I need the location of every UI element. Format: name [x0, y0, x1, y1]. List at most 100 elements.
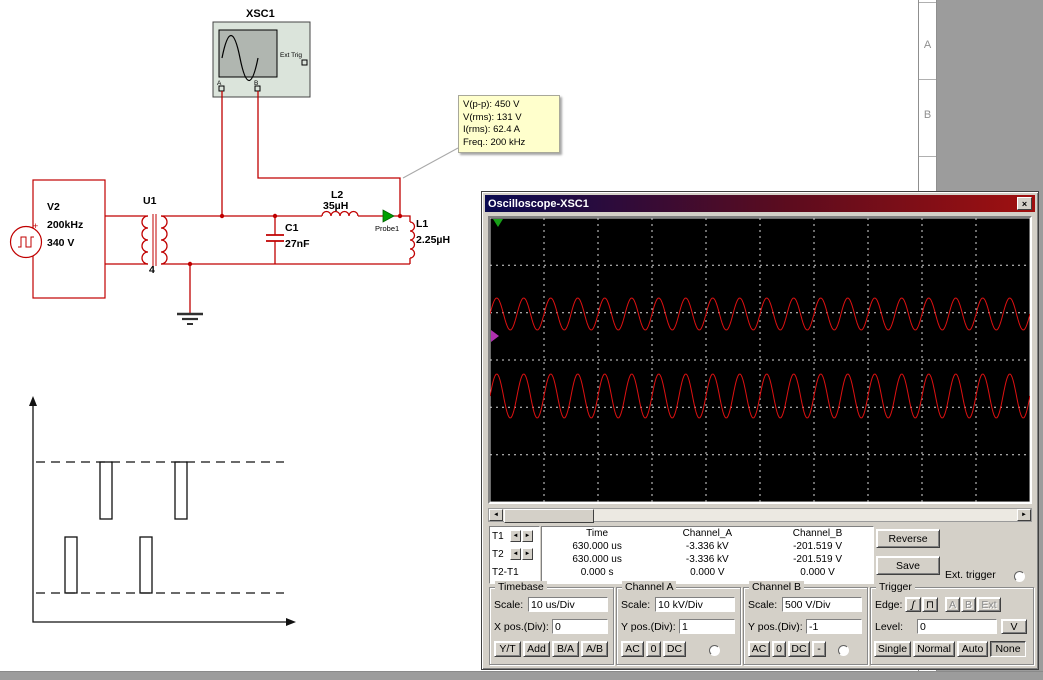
- ext-trigger-radio[interactable]: [1014, 571, 1025, 582]
- timebase-scale-label: Scale:: [494, 599, 524, 611]
- waveform-sketch: [29, 396, 296, 626]
- tooltip-line: I(rms): 62.4 A: [463, 124, 521, 135]
- ab-mode-button[interactable]: A/B: [581, 641, 608, 657]
- component-l2[interactable]: L2 35µH: [321, 189, 359, 217]
- component-l1[interactable]: L1 2.25µH: [409, 218, 450, 259]
- l1-value: 2.25µH: [416, 234, 450, 246]
- channel-a-radio[interactable]: [709, 645, 720, 656]
- scroll-right-button[interactable]: ►: [1017, 509, 1031, 521]
- diff-channel-a: 0.000 V: [690, 567, 725, 578]
- channel-a-zero-button[interactable]: 0: [646, 641, 661, 657]
- readout-header-row: Time Channel_A Channel_B: [542, 527, 873, 540]
- trigger-none-button[interactable]: None: [990, 641, 1026, 657]
- timebase-xpos-input[interactable]: [552, 619, 608, 634]
- t1-left-button[interactable]: ◄: [510, 530, 521, 542]
- channel-b-minus-button[interactable]: -: [812, 641, 826, 657]
- probe-tooltip: V(p-p): 450 V V(rms): 131 V I(rms): 62.4…: [458, 95, 560, 153]
- trigger-title: Trigger: [876, 581, 915, 593]
- timebase-scale-input[interactable]: [528, 597, 608, 612]
- t1-right-button[interactable]: ►: [522, 530, 533, 542]
- sheet-row-label-b: B: [923, 109, 932, 121]
- oscilloscope-instrument-icon[interactable]: XSC1 Ext Trig A B: [212, 8, 311, 98]
- channel-b-radio[interactable]: [838, 645, 849, 656]
- cursor-diff-label: T2-T1: [492, 566, 519, 578]
- trigger-level-input[interactable]: [917, 619, 997, 634]
- add-mode-button[interactable]: Add: [523, 641, 550, 657]
- diff-time: 0.000 s: [580, 567, 614, 578]
- channel-b-dc-button[interactable]: DC: [788, 641, 810, 657]
- tooltip-line: Freq.: 200 kHz: [463, 136, 526, 148]
- close-button[interactable]: ×: [1017, 197, 1032, 210]
- col-channel-b: Channel_B: [792, 528, 843, 539]
- trigger-source-b-button[interactable]: B: [961, 597, 976, 612]
- sheet-tick: [919, 156, 936, 157]
- ext-trigger-label: Ext. trigger: [945, 569, 996, 581]
- scope-scrollbar[interactable]: ◄ ►: [488, 508, 1032, 523]
- channel-a-ypos-input[interactable]: [679, 619, 735, 634]
- channel-b-ac-button[interactable]: AC: [748, 641, 770, 657]
- scope-display: [488, 216, 1032, 504]
- channel-b-ypos-label: Y pos.(Div):: [748, 621, 803, 633]
- t2-right-button[interactable]: ►: [522, 548, 533, 560]
- t1-time: 630.000 us: [572, 541, 622, 552]
- sheet-tick: [919, 79, 936, 80]
- window-titlebar[interactable]: Oscilloscope-XSC1 ×: [485, 195, 1035, 212]
- scope-traces: [489, 217, 1031, 503]
- u1-ref: U1: [143, 195, 157, 207]
- app-canvas: XSC1 Ext Trig A B + V2 200kHz 340 V U1 4…: [0, 0, 1043, 680]
- trigger-normal-button[interactable]: Normal: [913, 641, 955, 657]
- readout-row-diff: 0.000 s 0.000 V 0.000 V: [542, 566, 873, 579]
- cursor-t1-label: T1: [492, 530, 504, 542]
- trigger-edge-label: Edge:: [875, 599, 903, 611]
- channel-a-ypos-label: Y pos.(Div):: [621, 621, 676, 633]
- channel-a-group: Channel A Scale: Y pos.(Div): AC 0 DC: [616, 581, 741, 665]
- trigger-source-a-button[interactable]: A: [945, 597, 960, 612]
- v2-voltage: 340 V: [47, 237, 74, 249]
- channel-b-scale-input[interactable]: [782, 597, 862, 612]
- component-c1[interactable]: C1 27nF: [266, 216, 310, 264]
- v2-plus: +: [33, 221, 38, 231]
- rising-edge-icon[interactable]: ʃ: [905, 597, 921, 612]
- xsc1-label: XSC1: [246, 8, 275, 20]
- channel-b-ypos-input[interactable]: [806, 619, 862, 634]
- t1-channel-b: -201.519 V: [793, 541, 843, 552]
- component-v2[interactable]: + V2 200kHz 340 V: [9, 179, 106, 299]
- v2-freq: 200kHz: [47, 219, 83, 231]
- yt-mode-button[interactable]: Y/T: [494, 641, 521, 657]
- u1-ratio: 4: [149, 264, 155, 276]
- channel-a-ac-button[interactable]: AC: [621, 641, 644, 657]
- cursor-t2-label: T2: [492, 548, 504, 560]
- trigger-group: Trigger Edge: ʃ ⊓ A B Ext Level: V Singl…: [870, 581, 1034, 665]
- channel-a-scale-input[interactable]: [655, 597, 735, 612]
- scroll-thumb[interactable]: [504, 509, 594, 523]
- t2-left-button[interactable]: ◄: [510, 548, 521, 560]
- reverse-button[interactable]: Reverse: [876, 529, 940, 548]
- l1-ref: L1: [416, 218, 428, 230]
- scroll-left-button[interactable]: ◄: [489, 509, 503, 521]
- diff-channel-b: 0.000 V: [800, 567, 835, 578]
- t2-channel-a: -3.336 kV: [685, 554, 729, 565]
- trigger-auto-button[interactable]: Auto: [957, 641, 988, 657]
- trigger-source-ext-button[interactable]: Ext: [977, 597, 1001, 612]
- component-u1[interactable]: U1 4: [141, 195, 168, 276]
- readout-row-t2: 630.000 us -3.336 kV -201.519 V: [542, 553, 873, 566]
- ground-symbol[interactable]: [177, 312, 203, 325]
- channel-a-dc-button[interactable]: DC: [663, 641, 686, 657]
- channel-a-title: Channel A: [622, 581, 677, 593]
- tooltip-connector: [402, 147, 459, 179]
- pulse-edge-icon[interactable]: ⊓: [922, 597, 938, 612]
- ba-mode-button[interactable]: B/A: [552, 641, 579, 657]
- channel-b-zero-button[interactable]: 0: [772, 641, 786, 657]
- probe-arrow-icon: [382, 209, 395, 223]
- tooltip-line: V(rms): 131 V: [463, 111, 522, 123]
- tooltip-line: V(p-p): 450 V: [463, 99, 520, 110]
- col-time: Time: [586, 528, 609, 539]
- probe1-marker[interactable]: Probe1: [375, 209, 399, 233]
- save-button[interactable]: Save: [876, 556, 940, 575]
- trigger-single-button[interactable]: Single: [874, 641, 911, 657]
- t2-channel-b: -201.519 V: [793, 554, 843, 565]
- oscilloscope-window: Oscilloscope-XSC1 × ◄ ► T1 ◄ ► T2 ◄ ► T2…: [481, 191, 1039, 670]
- channel-a-scale-label: Scale:: [621, 599, 651, 611]
- timebase-title: Timebase: [495, 581, 547, 593]
- level-unit-select[interactable]: V: [1001, 619, 1027, 634]
